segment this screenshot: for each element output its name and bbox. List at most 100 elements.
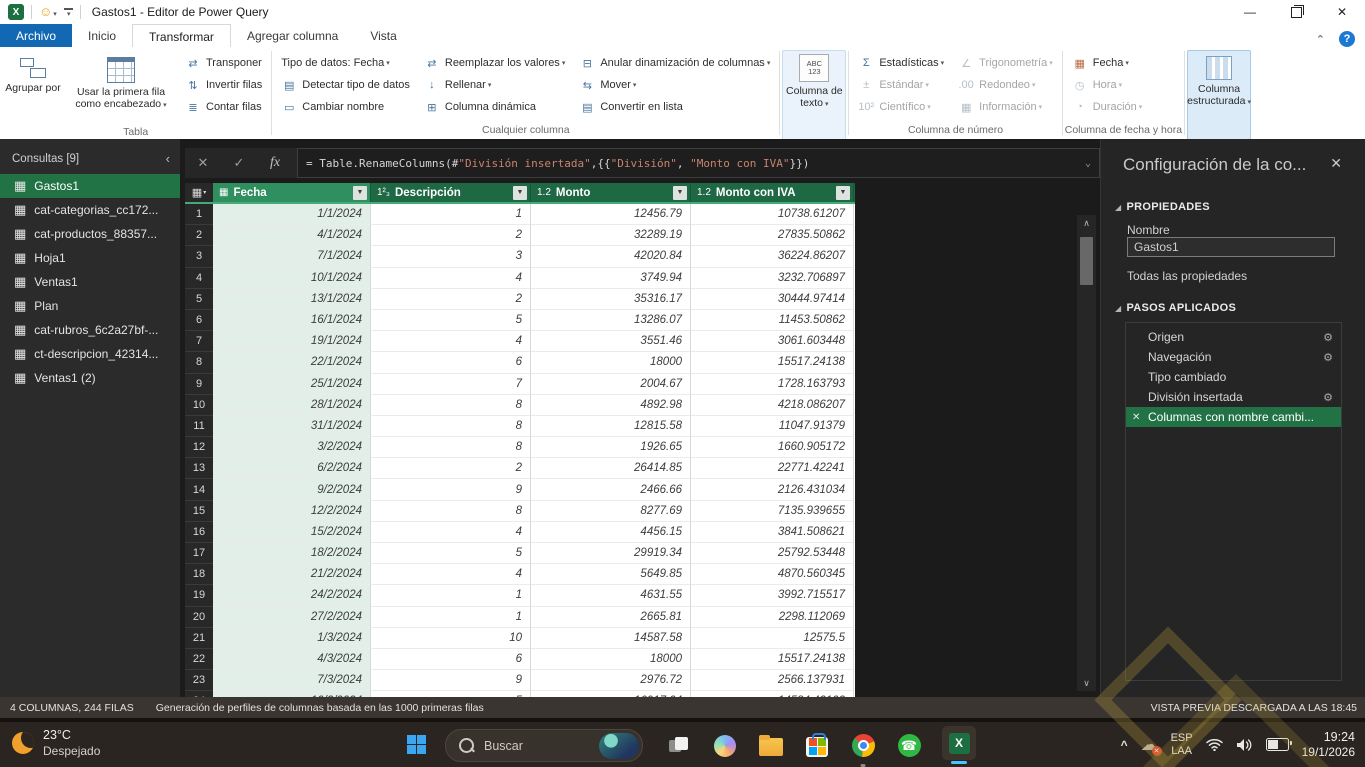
table-cell[interactable]: 3232.706897 xyxy=(691,268,854,289)
decimal-type-icon[interactable]: 1.2 xyxy=(697,187,711,198)
table-cell[interactable]: 3551.46 xyxy=(531,331,691,352)
table-cell[interactable]: 4 xyxy=(371,522,531,543)
step-settings-gear-icon[interactable]: ⚙ xyxy=(1323,391,1333,404)
confirm-formula-button[interactable]: ✓ xyxy=(221,148,257,178)
formula-input[interactable]: = Table.RenameColumns(#"División inserta… xyxy=(297,148,1100,178)
table-cell[interactable]: 21/2/2024 xyxy=(213,564,371,585)
table-cell[interactable]: 25/1/2024 xyxy=(213,374,371,395)
column-header-descripci-n[interactable]: 1²₃Descripción▼ xyxy=(371,183,531,202)
table-cell[interactable]: 36224.86207 xyxy=(691,246,854,267)
properties-section-header[interactable]: ◢ PROPIEDADES xyxy=(1115,201,1210,213)
table-cell[interactable]: 3/2/2024 xyxy=(213,437,371,458)
wifi-icon[interactable] xyxy=(1206,738,1223,751)
table-cell[interactable]: 6/2/2024 xyxy=(213,458,371,479)
table-cell[interactable]: 12456.79 xyxy=(531,204,691,225)
scrollbar-thumb[interactable] xyxy=(1080,237,1093,285)
row-number[interactable]: 3 xyxy=(185,246,213,267)
group-by-button[interactable]: Agrupar por xyxy=(2,50,64,126)
row-number[interactable]: 21 xyxy=(185,628,213,649)
table-cell[interactable]: 29919.34 xyxy=(531,543,691,564)
query-item-cat-categorias-cc172[interactable]: ▦cat-categorias_cc172... xyxy=(0,198,180,222)
table-cell[interactable]: 1 xyxy=(371,607,531,628)
query-item-cat-rubros-6c2a27bf[interactable]: ▦cat-rubros_6c2a27bf-... xyxy=(0,318,180,342)
row-number[interactable]: 14 xyxy=(185,479,213,500)
fx-icon[interactable]: fx xyxy=(257,148,293,178)
table-cell[interactable]: 22771.42241 xyxy=(691,458,854,479)
table-cell[interactable]: 2004.67 xyxy=(531,374,691,395)
table-cell[interactable]: 1660.905172 xyxy=(691,437,854,458)
row-number[interactable]: 19 xyxy=(185,585,213,606)
table-cell[interactable]: 8 xyxy=(371,501,531,522)
table-cell[interactable]: 27/2/2024 xyxy=(213,607,371,628)
table-cell[interactable]: 12815.58 xyxy=(531,416,691,437)
row-number[interactable]: 17 xyxy=(185,543,213,564)
table-cell[interactable]: 2 xyxy=(371,289,531,310)
table-cell[interactable]: 3 xyxy=(371,246,531,267)
search-highlight-image[interactable] xyxy=(599,733,639,759)
table-cell[interactable]: 42020.84 xyxy=(531,246,691,267)
table-cell[interactable]: 1926.65 xyxy=(531,437,691,458)
table-cell[interactable]: 4/3/2024 xyxy=(213,649,371,670)
row-number[interactable]: 5 xyxy=(185,289,213,310)
table-corner-menu[interactable]: ▦▾ xyxy=(185,183,213,202)
table-cell[interactable]: 13/1/2024 xyxy=(213,289,371,310)
table-cell[interactable]: 12575.5 xyxy=(691,628,854,649)
use-first-row-button[interactable]: Usar la primera fila como encabezado▾ xyxy=(64,50,178,126)
table-cell[interactable]: 2566.137931 xyxy=(691,670,854,691)
table-cell[interactable]: 10/1/2024 xyxy=(213,268,371,289)
table-cell[interactable]: 2976.72 xyxy=(531,670,691,691)
ribbon-button-estad-sticas[interactable]: ΣEstadísticas▾ xyxy=(851,52,951,74)
table-cell[interactable]: 4218.086207 xyxy=(691,395,854,416)
ribbon-button-convertir-en-lista[interactable]: ▤Convertir en lista xyxy=(572,96,777,118)
decimal-type-icon[interactable]: 1.2 xyxy=(537,187,551,198)
table-cell[interactable]: 7/3/2024 xyxy=(213,670,371,691)
table-cell[interactable]: 19/1/2024 xyxy=(213,331,371,352)
row-number[interactable]: 7 xyxy=(185,331,213,352)
applied-step-divisi-n-insertada[interactable]: División insertada⚙ xyxy=(1126,387,1341,407)
table-cell[interactable]: 8 xyxy=(371,416,531,437)
table-cell[interactable]: 4 xyxy=(371,564,531,585)
table-cell[interactable]: 18000 xyxy=(531,352,691,373)
hidden-icons-chevron[interactable]: ^ xyxy=(1121,738,1128,752)
column-header-monto[interactable]: 1.2Monto▼ xyxy=(531,183,691,202)
language-indicator[interactable]: ESPLAA xyxy=(1171,732,1193,758)
table-cell[interactable]: 4631.55 xyxy=(531,585,691,606)
battery-icon[interactable] xyxy=(1266,738,1289,751)
file-explorer-button[interactable] xyxy=(758,733,784,759)
ribbon-button-rellenar[interactable]: ↓Rellenar▾ xyxy=(417,74,572,96)
table-cell[interactable]: 4892.98 xyxy=(531,395,691,416)
table-cell[interactable]: 1/1/2024 xyxy=(213,204,371,225)
query-item-hoja1[interactable]: ▦Hoja1 xyxy=(0,246,180,270)
filter-dropdown-icon[interactable]: ▼ xyxy=(836,186,850,200)
ribbon-button-mover[interactable]: ⇆Mover▾ xyxy=(572,74,777,96)
minimize-button[interactable]: — xyxy=(1227,0,1273,24)
table-cell[interactable]: 14587.58 xyxy=(531,628,691,649)
row-number[interactable]: 23 xyxy=(185,670,213,691)
ribbon-button-detectar-tipo-de-datos[interactable]: ▤Detectar tipo de datos xyxy=(274,74,417,96)
table-cell[interactable]: 15517.24138 xyxy=(691,352,854,373)
query-item-plan[interactable]: ▦Plan xyxy=(0,294,180,318)
row-number[interactable]: 16 xyxy=(185,522,213,543)
tab-archivo[interactable]: Archivo xyxy=(0,24,72,47)
table-cell[interactable]: 25792.53448 xyxy=(691,543,854,564)
filter-dropdown-icon[interactable]: ▼ xyxy=(673,186,687,200)
search-box[interactable]: Buscar xyxy=(445,729,643,762)
filter-dropdown-icon[interactable]: ▼ xyxy=(513,186,527,200)
row-number[interactable]: 6 xyxy=(185,310,213,331)
clock[interactable]: 19:24 19/1/2026 xyxy=(1302,730,1355,760)
expand-formula-icon[interactable]: ⌄ xyxy=(1085,158,1091,169)
table-cell[interactable]: 3061.603448 xyxy=(691,331,854,352)
table-cell[interactable]: 1 xyxy=(371,585,531,606)
vertical-scrollbar[interactable]: ∧ ∨ xyxy=(1077,215,1096,691)
ribbon-button-cambiar-nombre[interactable]: ▭Cambiar nombre xyxy=(274,96,417,118)
table-cell[interactable]: 9 xyxy=(371,670,531,691)
whatsapp-button[interactable]: ☎ xyxy=(896,733,922,759)
table-cell[interactable]: 10 xyxy=(371,628,531,649)
table-cell[interactable]: 2665.81 xyxy=(531,607,691,628)
row-number[interactable]: 8 xyxy=(185,352,213,373)
table-cell[interactable]: 27835.50862 xyxy=(691,225,854,246)
row-number[interactable]: 2 xyxy=(185,225,213,246)
ribbon-button-contar-filas[interactable]: ≣Contar filas xyxy=(178,96,269,118)
table-cell[interactable]: 7 xyxy=(371,374,531,395)
table-cell[interactable]: 2126.431034 xyxy=(691,479,854,500)
